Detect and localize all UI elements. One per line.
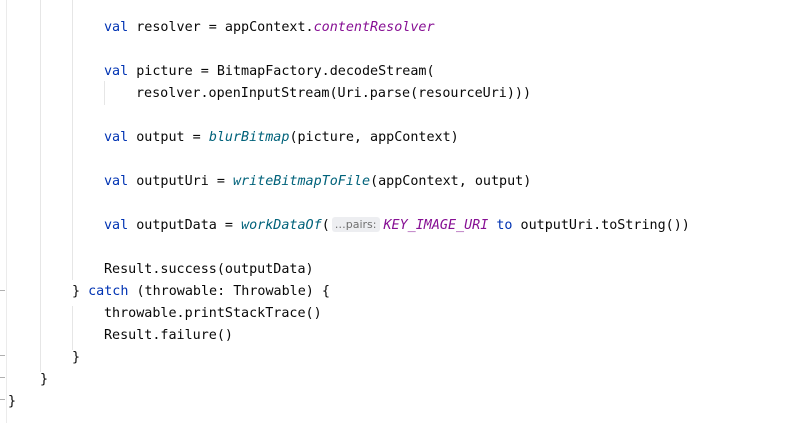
keyword: to xyxy=(496,218,513,233)
keyword: val xyxy=(104,64,129,79)
keyword: val xyxy=(104,218,129,233)
code-line: Result.failure() xyxy=(104,325,233,347)
indent-guide xyxy=(104,81,105,105)
code-text: } xyxy=(72,284,89,299)
code-text: } xyxy=(8,394,17,409)
indent-guide xyxy=(40,0,41,372)
code-text: picture = BitmapFactory.decodeStream( xyxy=(128,64,435,79)
function-call: blurBitmap xyxy=(208,130,290,145)
function-call: workDataOf xyxy=(241,218,322,233)
code-text: throwable.printStackTrace() xyxy=(104,306,322,321)
code-line: throwable.printStackTrace() xyxy=(104,303,322,325)
code-line: resolver.openInputStream(Uri.parse(resou… xyxy=(136,83,531,105)
code-line: val outputUri = writeBitmapToFile(appCon… xyxy=(104,171,531,193)
fold-marker[interactable] xyxy=(0,374,6,382)
code-line: } xyxy=(40,369,48,391)
keyword: val xyxy=(104,20,129,35)
code-text: } xyxy=(72,350,81,365)
code-text: Result.failure() xyxy=(104,328,233,343)
code-line: } catch (throwable: Throwable) { xyxy=(72,281,330,303)
code-line: val outputData = workDataOf(…pairs: KEY_I… xyxy=(104,215,690,237)
code-text: (picture, appContext) xyxy=(289,130,459,145)
code-text: outputData = xyxy=(128,218,242,233)
code-text: } xyxy=(40,372,49,387)
constant-ref: KEY_IMAGE_URI xyxy=(383,218,489,233)
code-text: (appContext, output) xyxy=(370,174,532,189)
code-line: } xyxy=(8,391,16,413)
code-line: val output = blurBitmap(picture, appCont… xyxy=(104,127,459,149)
property-ref: contentResolver xyxy=(313,20,435,35)
code-line: Result.success(outputData) xyxy=(104,259,314,281)
indent-guide xyxy=(72,306,73,350)
code-text: Result.success(outputData) xyxy=(104,262,314,277)
fold-marker[interactable] xyxy=(0,352,6,360)
code-text: output = xyxy=(128,130,209,145)
keyword: catch xyxy=(88,284,129,299)
function-call: writeBitmapToFile xyxy=(233,174,371,189)
code-line: val picture = BitmapFactory.decodeStream… xyxy=(104,61,435,83)
keyword: val xyxy=(104,130,129,145)
code-text: resolver = appContext. xyxy=(128,20,314,35)
code-text: outputUri.toString()) xyxy=(512,218,690,233)
indent-guide xyxy=(72,0,73,280)
code-text: (throwable: Throwable) { xyxy=(128,284,330,299)
code-text: outputUri = xyxy=(128,174,233,189)
code-text: resolver.openInputStream(Uri.parse(resou… xyxy=(136,86,532,101)
keyword: val xyxy=(104,174,129,189)
code-line: } xyxy=(72,347,80,369)
fold-marker[interactable] xyxy=(0,396,6,404)
code-text: ( xyxy=(321,218,330,233)
parameter-hint[interactable]: …pairs: xyxy=(331,217,380,232)
fold-marker[interactable] xyxy=(0,287,6,295)
code-line: val resolver = appContext.contentResolve… xyxy=(104,17,435,39)
